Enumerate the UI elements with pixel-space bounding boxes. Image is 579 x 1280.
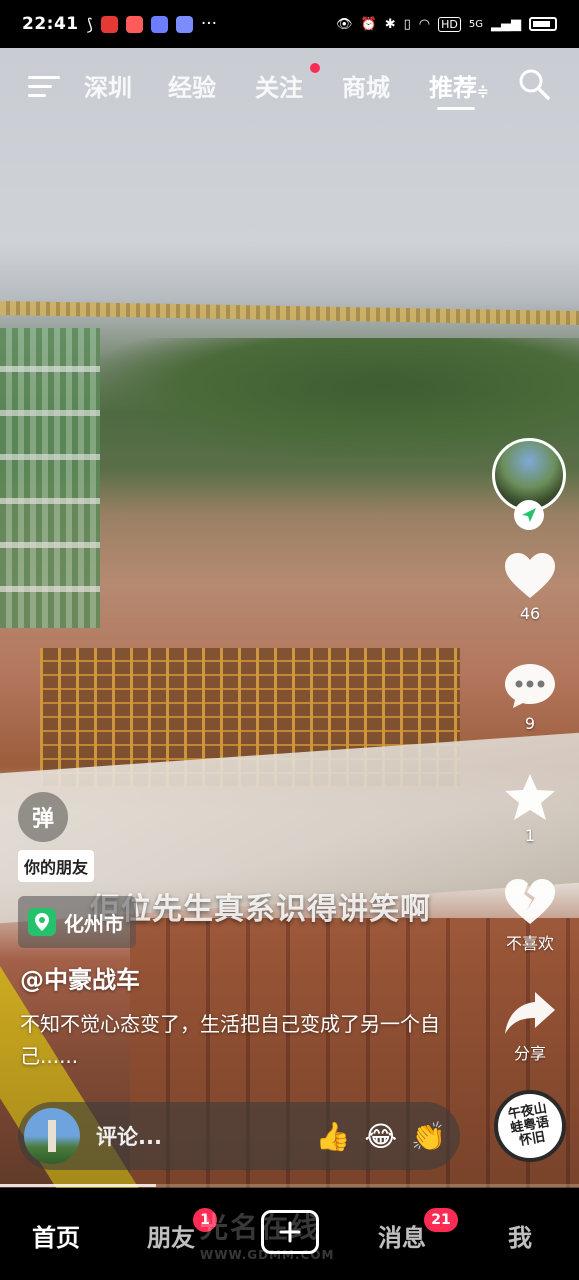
tab-mall[interactable]: 商城 — [342, 68, 390, 103]
dislike-button[interactable]: 不喜欢 — [490, 878, 570, 954]
video-subtitle: 佢位先生真系识得讲笑啊 — [90, 892, 431, 927]
comment-icon — [505, 664, 555, 708]
status-time: 22:41 — [22, 14, 79, 34]
location-label: 化州市 — [64, 911, 124, 936]
messages-badge: 21 — [424, 1208, 458, 1232]
wifi-icon: ◠ — [418, 16, 431, 32]
like-button[interactable]: 46 — [490, 552, 570, 623]
music-disc-label: 午夜山蛙粤语怀旧 — [506, 1100, 551, 1149]
nav-me[interactable]: 我 — [508, 1218, 532, 1253]
status-bar: 22:41 ⟆ ··· 👁 ⏰ ✱ ▯ ◠ HD 5G ▂▄▆ — [0, 0, 579, 48]
laughing-emoji[interactable]: 😂 — [364, 1120, 397, 1153]
follow-button[interactable] — [514, 500, 544, 530]
author-name[interactable]: @中豪战车 — [20, 960, 140, 995]
vibrate-icon: ▯ — [403, 16, 411, 32]
favorite-button[interactable]: 1 — [490, 772, 570, 845]
app-notification-icon — [125, 15, 143, 33]
app-notification-icon — [100, 15, 118, 33]
network-label: 5G — [468, 18, 483, 30]
share-arrow-icon — [505, 992, 555, 1034]
plus-icon — [279, 1221, 301, 1243]
tab-experience[interactable]: 经验 — [168, 68, 216, 103]
video-progress-bar[interactable] — [0, 1184, 579, 1187]
clapping-emoji[interactable]: 👏 — [411, 1120, 446, 1153]
comment-count: 9 — [524, 714, 536, 733]
more-icon: ··· — [200, 14, 218, 34]
app-notification-icon — [150, 15, 168, 33]
share-button[interactable]: 分享 — [490, 990, 570, 1064]
crane-arm — [0, 300, 579, 326]
tab-shenzhen[interactable]: 深圳 — [84, 68, 132, 103]
search-icon[interactable] — [518, 68, 550, 100]
comment-input[interactable]: 评论... — [96, 1121, 302, 1151]
comment-button[interactable]: 9 — [490, 662, 570, 733]
share-label: 分享 — [513, 1044, 546, 1063]
hd-label: HD — [438, 16, 461, 32]
star-icon — [505, 774, 555, 820]
bluetooth-icon: ✱ — [384, 16, 396, 32]
alarm-icon: ⏰ — [360, 16, 377, 32]
dropdown-icon: ≑ — [477, 84, 489, 100]
heart-icon — [505, 553, 555, 598]
battery-icon — [529, 17, 557, 31]
eye-icon: 👁 — [336, 16, 353, 32]
building-under-construction — [0, 328, 100, 628]
nav-home[interactable]: 首页 — [32, 1218, 80, 1253]
friend-tag: 你的朋友 — [18, 850, 95, 882]
broken-heart-icon — [505, 879, 555, 924]
video-description: 不知不觉心态变了，生活把自己变成了另一个自己...... — [20, 1012, 440, 1068]
following-new-dot — [310, 63, 320, 73]
bottom-nav: 首页 朋友 1 光名在线 WWW.GDMM.COM 消息 21 我 — [0, 1188, 579, 1280]
signal-icon: ▂▄▆ — [491, 16, 521, 32]
nav-friends[interactable]: 朋友 — [147, 1218, 195, 1253]
menu-icon[interactable] — [28, 70, 60, 103]
danmaku-toggle-button[interactable]: 弹 — [18, 792, 68, 842]
thumbs-up-emoji[interactable]: 👍 — [316, 1120, 351, 1153]
like-count: 46 — [519, 604, 541, 623]
tab-following[interactable]: 关注 — [255, 68, 303, 103]
music-disc[interactable]: 午夜山蛙粤语怀旧 — [494, 1090, 566, 1162]
active-tab-indicator — [437, 107, 475, 110]
send-icon — [522, 508, 536, 522]
location-pin-icon — [28, 908, 56, 936]
tab-recommend[interactable]: 推荐≑ — [429, 68, 489, 103]
dislike-label: 不喜欢 — [505, 934, 554, 953]
nav-messages[interactable]: 消息 — [378, 1218, 426, 1253]
link-icon: ⟆ — [86, 14, 93, 34]
create-button[interactable] — [261, 1210, 319, 1254]
app-notification-icon — [175, 15, 193, 33]
background-hills — [90, 338, 579, 458]
user-avatar — [24, 1108, 80, 1164]
comment-bar[interactable]: 评论... 👍 😂 👏 — [18, 1102, 460, 1170]
location-chip[interactable]: 化州市 — [18, 896, 136, 948]
favorite-count: 1 — [524, 826, 536, 845]
